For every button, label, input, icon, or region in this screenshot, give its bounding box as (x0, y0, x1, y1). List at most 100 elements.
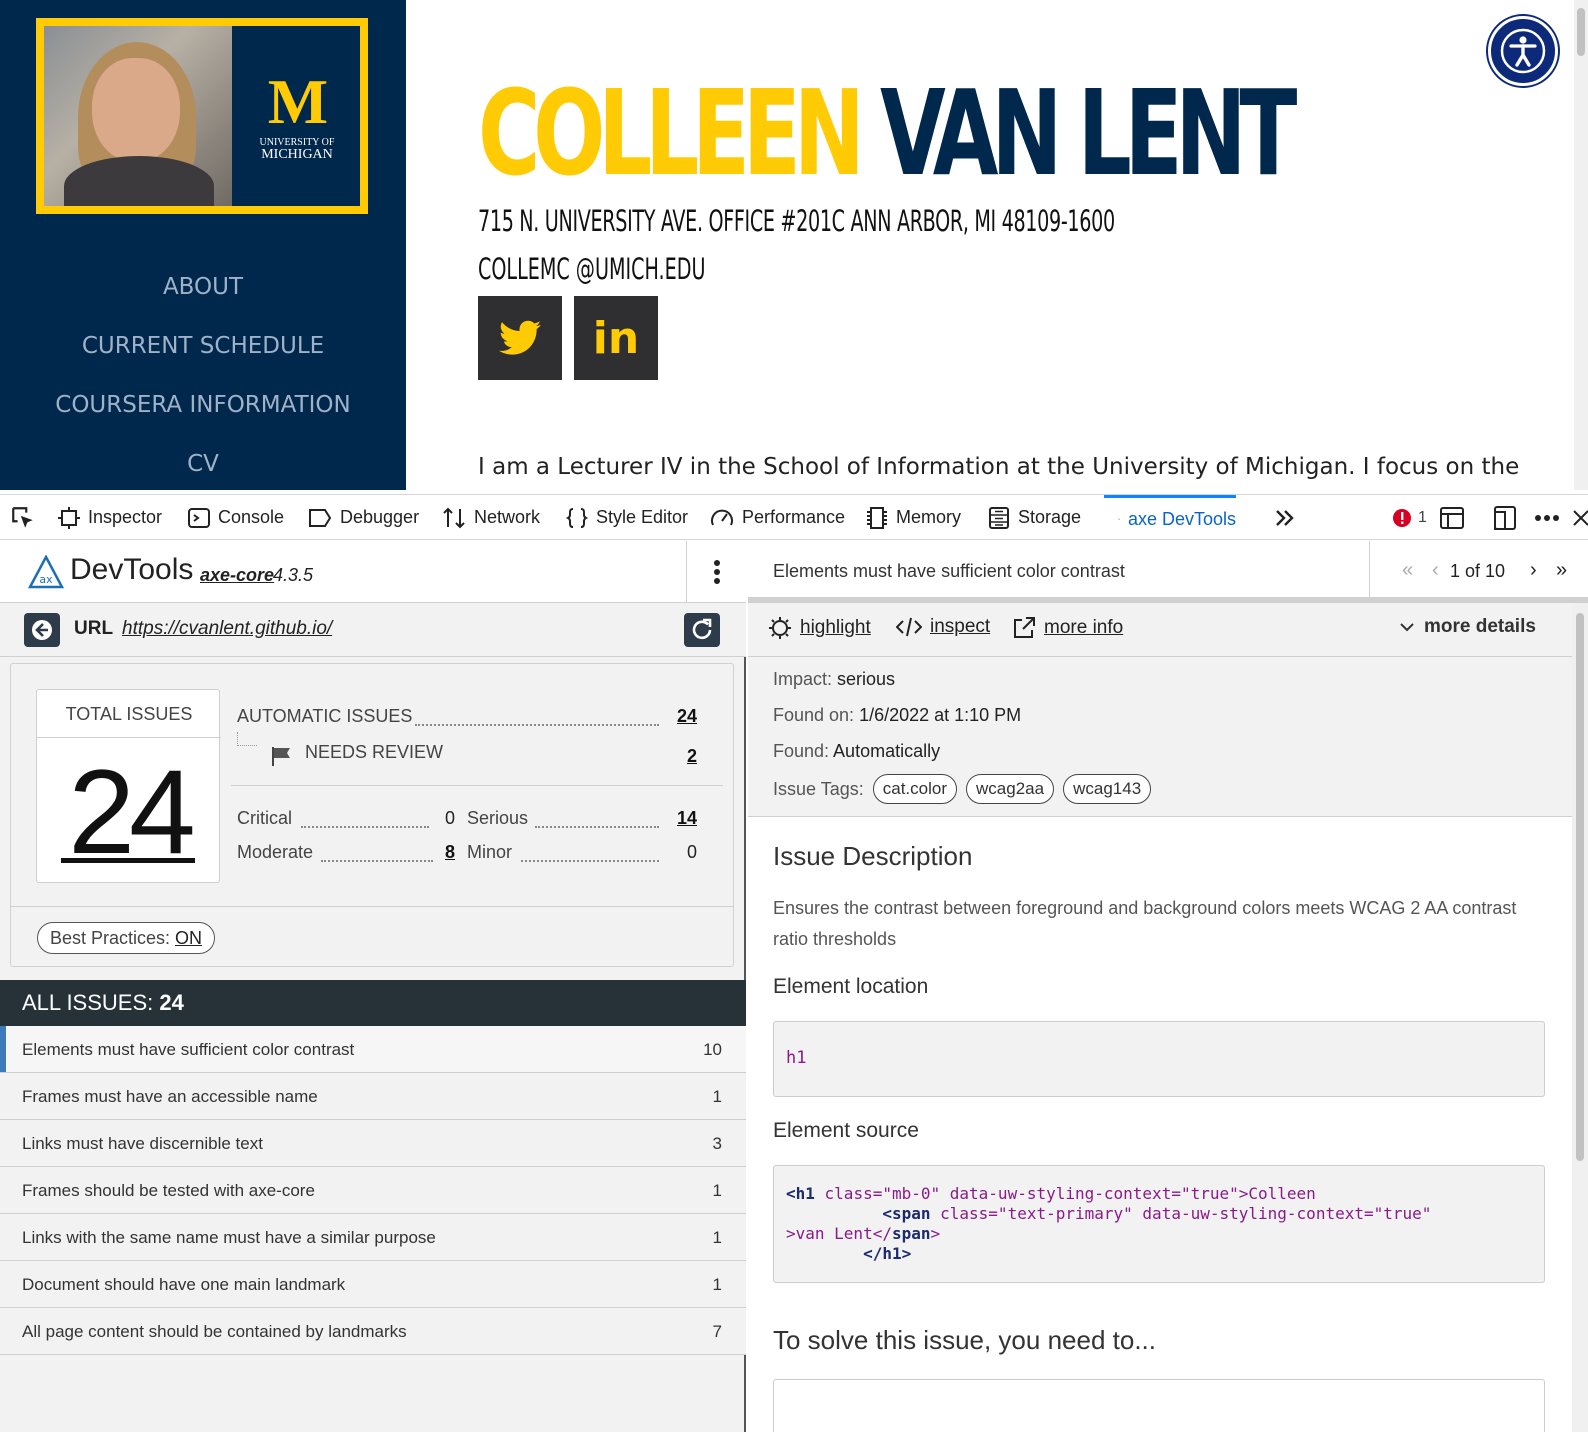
error-count: 1 (1418, 508, 1427, 526)
storage-icon (989, 506, 1009, 529)
issue-label: Links must have discernible text (22, 1134, 263, 1153)
nav-coursera-information[interactable]: COURSERA INFORMATION (0, 392, 406, 418)
linkedin-button[interactable]: in (574, 296, 658, 380)
all-issues-label: ALL ISSUES: (22, 990, 160, 1015)
nav-cv[interactable]: CV (0, 451, 406, 477)
tag-pill: wcag2aa (966, 774, 1055, 804)
element-picker-icon (12, 506, 33, 528)
page-title: COLLEEN VAN LENT (478, 58, 1297, 208)
previous-page-icon[interactable]: ‹ (1432, 559, 1439, 582)
tab-console[interactable]: Console (188, 495, 284, 540)
axe-options-menu-button[interactable] (686, 541, 746, 603)
minor-label: Minor (467, 842, 513, 862)
accessibility-widget-button[interactable] (1488, 16, 1558, 86)
devtools-toolbar: Inspector Console Debugger Network Style… (0, 494, 1588, 540)
email-address[interactable]: COLLEMC @UMICH.EDU (478, 252, 705, 286)
tab-performance[interactable]: Performance (710, 495, 845, 540)
bio-paragraph: I am a Lecturer IV in the School of Info… (478, 454, 1520, 480)
more-details-toggle[interactable]: more details (1398, 616, 1536, 638)
found-label: Found: (773, 741, 834, 761)
element-picker-button[interactable] (10, 495, 44, 540)
issue-count: 7 (712, 1322, 722, 1341)
solve-issue-box (773, 1379, 1545, 1432)
nav-current-schedule[interactable]: CURRENT SCHEDULE (0, 333, 406, 359)
total-issues-label: TOTAL ISSUES (37, 690, 221, 738)
flag-icon (272, 747, 290, 766)
issue-row-identical-links[interactable]: Links with the same name must have a sim… (0, 1214, 746, 1261)
debugger-icon (309, 508, 332, 527)
issue-metadata: Impact: serious Found on: 1/6/2022 at 1:… (748, 657, 1572, 817)
inspect-button[interactable]: inspect (896, 616, 990, 638)
kebab-menu-icon (713, 560, 720, 584)
back-button[interactable] (24, 613, 60, 647)
tab-debugger[interactable]: Debugger (308, 495, 419, 540)
error-count-indicator[interactable]: 1 (1392, 495, 1427, 540)
automatic-issues-label: AUTOMATIC ISSUES (237, 706, 413, 726)
last-page-icon[interactable]: » (1556, 559, 1567, 582)
found-line: Found: Automatically (773, 741, 940, 762)
close-icon (1573, 509, 1588, 526)
best-practices-toggle[interactable]: Best Practices: ON (37, 922, 216, 954)
website-viewport: M UNIVERSITY OF MICHIGAN ABOUT CURRENT S… (0, 0, 1588, 490)
axe-core-version: 4.3.5 (273, 565, 314, 585)
inspector-icon (58, 506, 80, 529)
page-scrollbar[interactable] (1574, 0, 1588, 490)
issue-row-frame-title[interactable]: Frames must have an accessible name 1 (0, 1073, 746, 1120)
responsive-design-button[interactable] (1494, 495, 1524, 540)
axe-core-link[interactable]: axe-core (200, 565, 274, 586)
detail-scrollbar[interactable] (1572, 603, 1588, 1432)
issue-detail-header: Elements must have sufficient color cont… (748, 541, 1588, 603)
tab-memory[interactable]: Memory (866, 495, 961, 540)
issue-actions-bar: highlight inspect more info more details (748, 603, 1572, 657)
issue-label: Links with the same name must have a sim… (22, 1228, 436, 1247)
issue-row-link-name[interactable]: Links must have discernible text 3 (0, 1120, 746, 1167)
element-source-heading: Element source (773, 1119, 919, 1142)
found-on-value: 1/6/2022 at 1:10 PM (859, 705, 1022, 725)
first-page-icon[interactable]: « (1402, 559, 1413, 582)
memory-chip-icon (867, 506, 887, 529)
needs-review-count[interactable]: 2 (661, 746, 697, 767)
tab-label: Style Editor (596, 507, 689, 527)
twitter-button[interactable] (478, 296, 562, 380)
tag-pill: cat.color (872, 774, 957, 804)
highlight-icon (769, 617, 791, 639)
source-text: > (930, 1224, 941, 1243)
automatic-issues-count[interactable]: 24 (661, 706, 697, 727)
nav-about[interactable]: ABOUT (0, 274, 406, 300)
tab-storage[interactable]: Storage (988, 495, 1081, 540)
issue-row-region[interactable]: All page content should be contained by … (0, 1308, 746, 1355)
scanned-url-link[interactable]: https://cvanlent.github.io/ (122, 618, 332, 640)
element-location-code: h1 (773, 1021, 1545, 1097)
issue-row-main-landmark[interactable]: Document should have one main landmark 1 (0, 1261, 746, 1308)
tab-label: Storage (1018, 507, 1082, 527)
moderate-count[interactable]: 8 (431, 842, 455, 863)
source-text: > (901, 1244, 912, 1263)
issue-row-color-contrast[interactable]: Elements must have sufficient color cont… (0, 1026, 746, 1073)
all-issues-count: 24 (159, 990, 184, 1015)
all-issues-header: ALL ISSUES: 24 (0, 980, 746, 1026)
serious-count[interactable]: 14 (661, 808, 697, 829)
panel-layout-icon (1440, 506, 1464, 529)
issue-count: 1 (712, 1087, 722, 1106)
devtools-menu-button[interactable] (1534, 495, 1568, 540)
rescan-button[interactable] (684, 613, 720, 647)
profile-photo (44, 26, 232, 206)
curly-braces-icon (566, 507, 588, 528)
tab-inspector[interactable]: Inspector (58, 495, 162, 540)
issue-label: Document should have one main landmark (22, 1275, 346, 1294)
ellipsis-icon (1535, 514, 1559, 521)
dock-side-button[interactable] (1440, 495, 1472, 540)
impact-value: serious (837, 669, 896, 689)
more-info-button[interactable]: more info (1012, 616, 1123, 640)
next-page-icon[interactable]: › (1530, 559, 1537, 582)
close-devtools-button[interactable] (1572, 495, 1588, 540)
tab-network[interactable]: Network (442, 495, 540, 540)
tab-label: Memory (896, 507, 962, 527)
issue-row-frame-tested[interactable]: Frames should be tested with axe-core 1 (0, 1167, 746, 1214)
highlight-button[interactable]: highlight (768, 616, 871, 640)
element-location-heading: Element location (773, 975, 929, 998)
refresh-icon (692, 618, 712, 640)
tab-axe-devtools[interactable]: ax axe DevTools (1104, 495, 1236, 540)
more-tabs-button[interactable] (1274, 495, 1304, 540)
tab-style-editor[interactable]: Style Editor (566, 495, 688, 540)
